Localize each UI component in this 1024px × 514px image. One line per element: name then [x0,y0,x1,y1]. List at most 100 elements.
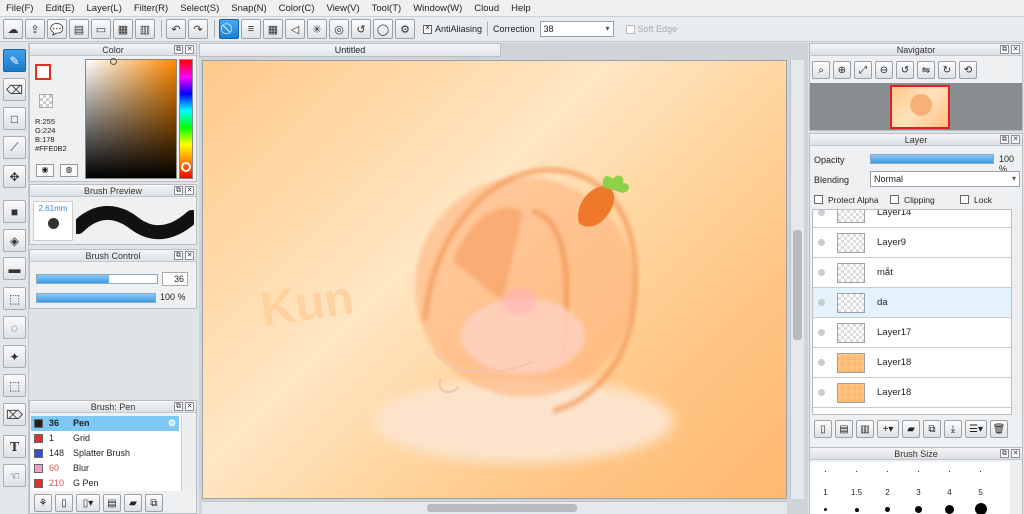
canvas-horizontal-scrollbar[interactable] [202,501,787,514]
panel-close-icon[interactable]: ✕ [185,251,194,260]
size-dot[interactable] [915,506,922,513]
layer-row[interactable]: Layer18 [813,378,1011,408]
layer-row[interactable]: da [813,288,1011,318]
size-dot[interactable] [855,508,859,512]
visibility-icon[interactable] [818,389,825,396]
merge-down-icon[interactable]: ⤓ [944,420,962,438]
redo-icon[interactable]: ↷ [188,19,208,39]
navigator-view[interactable] [810,83,1022,130]
visibility-icon[interactable] [818,299,825,306]
snap-concentric-icon[interactable]: ◎ [329,19,349,39]
gradient-tool-icon[interactable]: ▬ [3,257,26,280]
menu-window[interactable]: Window(W) [407,0,468,17]
select-pen-tool-icon[interactable]: ⬚ [3,374,26,397]
scrollbar-thumb[interactable] [427,504,577,512]
gear-icon[interactable]: ⚙ [168,416,176,431]
add-layer-dropdown-icon[interactable]: +▾ [877,420,899,438]
menu-help[interactable]: Help [505,0,537,17]
duplicate-layer-icon[interactable]: ⧉ [923,420,941,438]
document-dropdown-icon[interactable]: ▯▾ [76,494,100,512]
rectangle-tool-icon[interactable]: □ [3,107,26,130]
zoom-search-icon[interactable]: ⌕ [812,61,830,79]
panel-close-icon[interactable]: ✕ [1011,449,1020,458]
snap-settings-icon[interactable]: ⚙ [395,19,415,39]
visibility-icon[interactable] [818,210,825,216]
panel-close-icon[interactable]: ✕ [1011,45,1020,54]
comment-icon[interactable]: 💬 [47,19,67,39]
saturation-value-picker[interactable] [85,58,177,179]
size-dot[interactable]: · [872,466,903,477]
size-label[interactable]: 1 [810,488,841,497]
snap-perspective-icon[interactable]: ◁ [285,19,305,39]
document-tab[interactable]: Untitled [199,43,501,57]
fit-icon[interactable]: ⤢ [854,61,872,79]
text-tool-icon[interactable]: T [3,435,26,458]
brush-size-slider[interactable] [36,274,158,284]
panel-float-icon[interactable]: ⧉ [1000,135,1009,144]
brush-item[interactable]: 210 G Pen [31,476,179,491]
snap-radial-icon[interactable]: ✳ [307,19,327,39]
visibility-icon[interactable] [818,269,825,276]
navigator-thumbnail[interactable] [890,85,950,129]
snap-circle-icon[interactable]: ◯ [373,19,393,39]
panel-float-icon[interactable]: ⧉ [1000,449,1009,458]
layer-row[interactable]: mắt [813,258,1011,288]
layer-row[interactable]: Layer9 [813,228,1011,258]
flip-icon[interactable]: ⇋ [917,61,935,79]
menu-file[interactable]: File(F) [0,0,39,17]
blending-select[interactable]: Normal [870,171,1020,187]
brush-tool-icon[interactable]: ✎ [3,49,26,72]
palette-icon[interactable]: ◍ [60,164,78,177]
panel-close-icon[interactable]: ✕ [1011,135,1020,144]
soft-edge-checkbox[interactable] [625,24,635,34]
brush-opacity-slider[interactable] [36,293,156,303]
size-dot[interactable]: · [903,466,934,477]
size-label[interactable]: 3 [903,488,934,497]
new-layer-8bit-icon[interactable]: ▤ [835,420,853,438]
size-label[interactable]: 4 [934,488,965,497]
layer-row[interactable]: Layer17 [813,318,1011,348]
panel-float-icon[interactable]: ⧉ [174,186,183,195]
fill-rect-tool-icon[interactable]: ■ [3,200,26,223]
size-label[interactable]: 1.5 [841,488,872,497]
undo-icon[interactable]: ↶ [166,19,186,39]
panel-float-icon[interactable]: ⧉ [174,251,183,260]
layer-row[interactable]: Layer18 [813,348,1011,378]
menu-cloud[interactable]: Cloud [468,0,505,17]
export-icon[interactable]: ⇪ [25,19,45,39]
hue-slider[interactable] [179,59,193,179]
panel-close-icon[interactable]: ✕ [185,402,194,411]
brush-item[interactable]: 60 Blur [31,461,179,476]
visibility-icon[interactable] [818,239,825,246]
rotate-left-icon[interactable]: ↺ [896,61,914,79]
panel-layout-icon[interactable]: ▥ [135,19,155,39]
menu-color[interactable]: Color(C) [273,0,321,17]
layer-list-scrollbar[interactable] [1012,209,1022,415]
bucket-tool-icon[interactable]: ◈ [3,229,26,252]
layer-row[interactable]: Layer14 [813,210,1011,228]
brush-item[interactable]: 1 Grid [31,431,179,446]
size-dot[interactable] [945,505,954,514]
brush-list-scrollbar[interactable] [181,416,195,491]
menu-select[interactable]: Select(S) [174,0,225,17]
size-dot[interactable]: · [841,466,872,477]
color-picker-cursor[interactable] [110,58,117,65]
menu-layer[interactable]: Layer(L) [81,0,128,17]
panel-float-icon[interactable]: ⧉ [174,402,183,411]
lock-checkbox[interactable] [960,195,969,204]
grid-layout-icon[interactable]: ▦ [113,19,133,39]
scrollbar-thumb[interactable] [793,230,802,340]
protect-alpha-checkbox[interactable] [814,195,823,204]
correction-select[interactable]: 38 [539,21,614,37]
eraser-tool-icon[interactable]: ⌫ [3,78,26,101]
hand-tool-icon[interactable]: ☜ [3,464,26,487]
drawing-canvas[interactable]: Kun [202,60,787,499]
duplicate-icon[interactable]: ⧉ [145,494,163,512]
size-dot[interactable] [885,507,890,512]
new-layer-1bit-icon[interactable]: ▥ [856,420,874,438]
select-eraser-tool-icon[interactable]: ⌦ [3,403,26,426]
panel-float-icon[interactable]: ⧉ [174,45,183,54]
clipping-checkbox[interactable] [890,195,899,204]
reset-view-icon[interactable]: ⟲ [959,61,977,79]
panel-float-icon[interactable]: ⧉ [1000,45,1009,54]
